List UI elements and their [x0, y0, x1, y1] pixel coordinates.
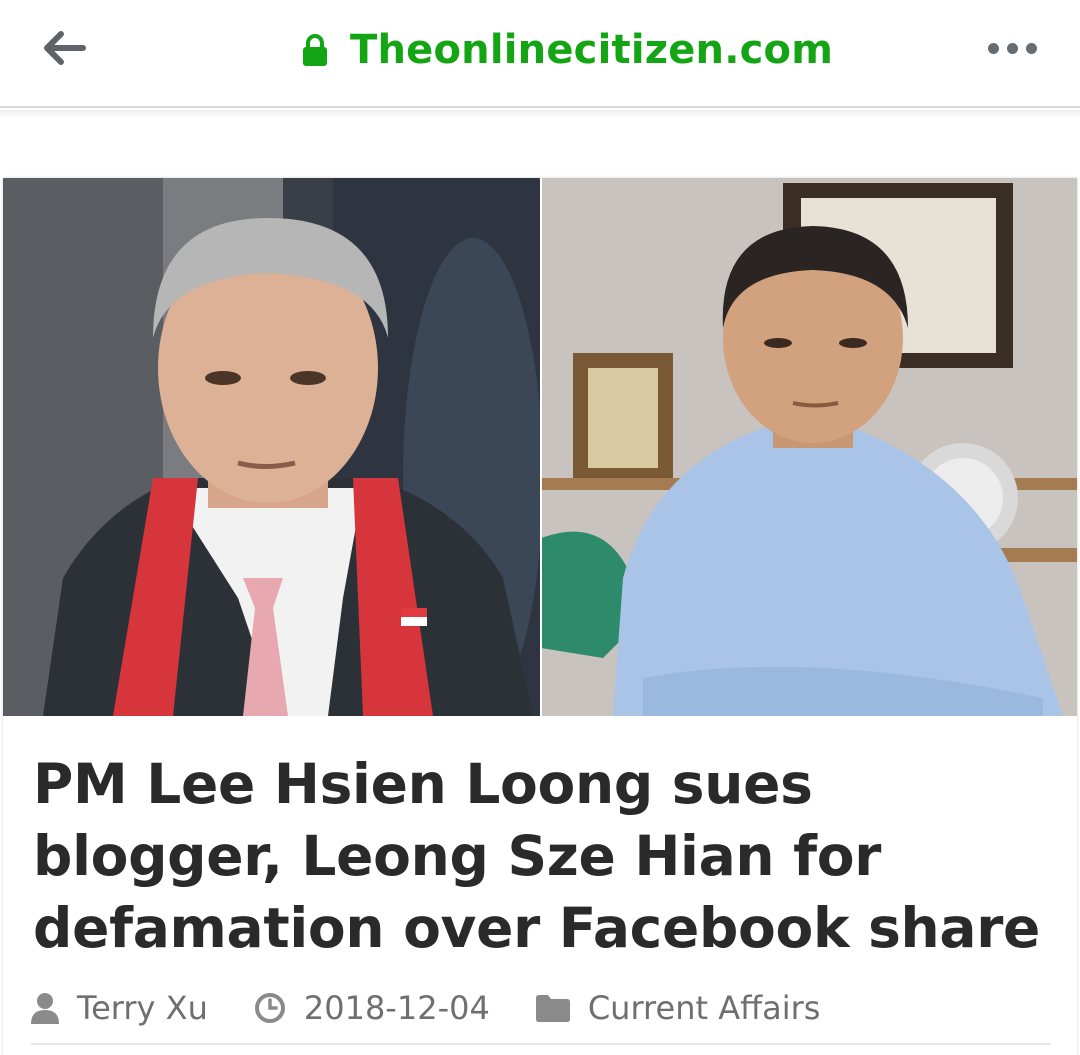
more-dots-icon [987, 42, 999, 54]
user-icon [31, 993, 59, 1024]
more-dot [1006, 42, 1018, 54]
article-card: PM Lee Hsien Loong sues blogger, Leong S… [3, 178, 1077, 1055]
publish-date: 2018-12-04 [254, 989, 490, 1027]
date-text: 2018-12-04 [303, 989, 490, 1027]
address-bar[interactable]: Theonlinecitizen.com [300, 22, 833, 78]
left-photo [3, 178, 543, 716]
url-text: Theonlinecitizen.com [350, 27, 834, 73]
arrow-left-icon [44, 31, 86, 65]
lock-icon [303, 34, 327, 66]
browser-toolbar: Theonlinecitizen.com [0, 0, 1080, 108]
folder-icon [535, 995, 570, 1022]
category-text: Current Affairs [587, 989, 821, 1027]
article-meta: Terry Xu 2018-12-04 Current Affairs [31, 986, 820, 1030]
back-button[interactable] [36, 26, 92, 70]
more-dot [1025, 42, 1037, 54]
author-link[interactable]: Terry Xu [31, 989, 208, 1027]
more-menu-button[interactable] [980, 30, 1044, 66]
clock-icon [254, 993, 285, 1023]
article-featured-image[interactable] [3, 178, 1077, 716]
category-link[interactable]: Current Affairs [535, 989, 821, 1027]
author-name: Terry Xu [77, 989, 208, 1027]
divider [31, 1043, 1051, 1045]
article-title[interactable]: PM Lee Hsien Loong sues blogger, Leong S… [33, 748, 1063, 964]
toolbar-shadow [0, 110, 1080, 118]
right-photo [541, 178, 1077, 716]
